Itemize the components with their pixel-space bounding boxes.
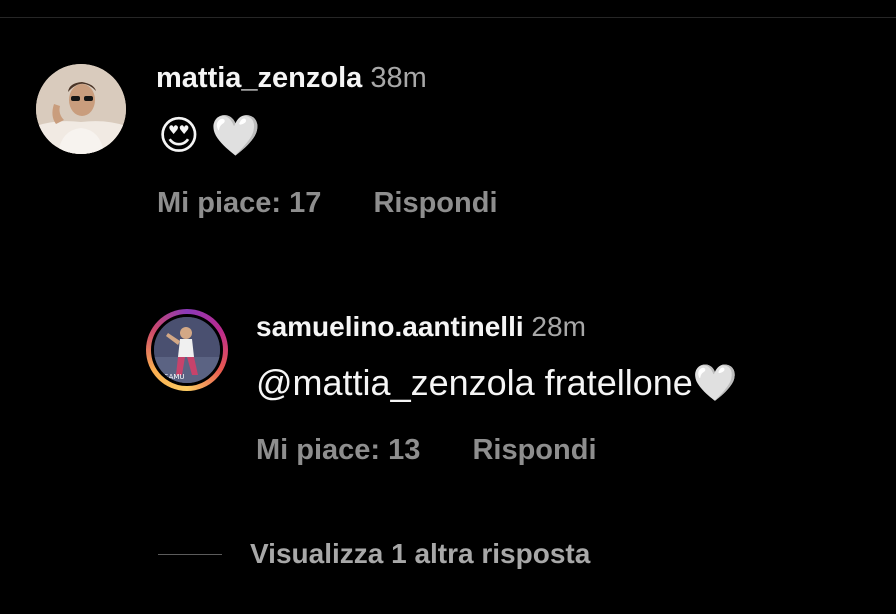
comment-body: 😍 🤍	[158, 112, 261, 160]
avatar-photo-icon	[36, 64, 126, 154]
reply-text: @mattia_zenzola fratellone	[256, 362, 693, 403]
username-text[interactable]: mattia_zenzola	[156, 62, 362, 94]
avatar-story-ring[interactable]: SAMU	[146, 309, 228, 391]
comment-actions: Mi piace: 17 Rispondi	[157, 187, 498, 220]
white-heart-emoji: 🤍	[210, 113, 261, 159]
likes-count-button[interactable]: Mi piace: 13	[256, 434, 420, 466]
view-more-divider	[158, 553, 222, 555]
avatar-photo-icon: SAMU	[154, 317, 220, 383]
comment-username[interactable]: mattia_zenzola 38m	[156, 62, 427, 95]
reply-time: 28m	[531, 311, 586, 342]
reply-button[interactable]: Rispondi	[373, 187, 497, 219]
view-more-label[interactable]: Visualizza 1 altra risposta	[250, 538, 590, 570]
heart-eyes-emoji: 😍	[158, 113, 200, 159]
comment-time: 38m	[370, 62, 427, 94]
likes-count-button[interactable]: Mi piace: 17	[157, 187, 321, 219]
reply-actions: Mi piace: 13 Rispondi	[256, 434, 597, 467]
avatar-mattia-zenzola[interactable]	[36, 64, 126, 154]
view-more-replies-button[interactable]: Visualizza 1 altra risposta	[158, 538, 590, 570]
username-text[interactable]: samuelino.aantinelli	[256, 311, 524, 342]
reply-username[interactable]: samuelino.aantinelli 28m	[256, 311, 586, 343]
avatar-samuelino-aantinelli[interactable]: SAMU	[151, 314, 223, 386]
top-divider	[0, 17, 896, 18]
svg-text:SAMU: SAMU	[164, 373, 185, 381]
white-heart-emoji: 🤍	[692, 363, 738, 404]
reply-body: @mattia_zenzola fratellone🤍	[256, 361, 738, 406]
reply-button[interactable]: Rispondi	[472, 434, 596, 466]
